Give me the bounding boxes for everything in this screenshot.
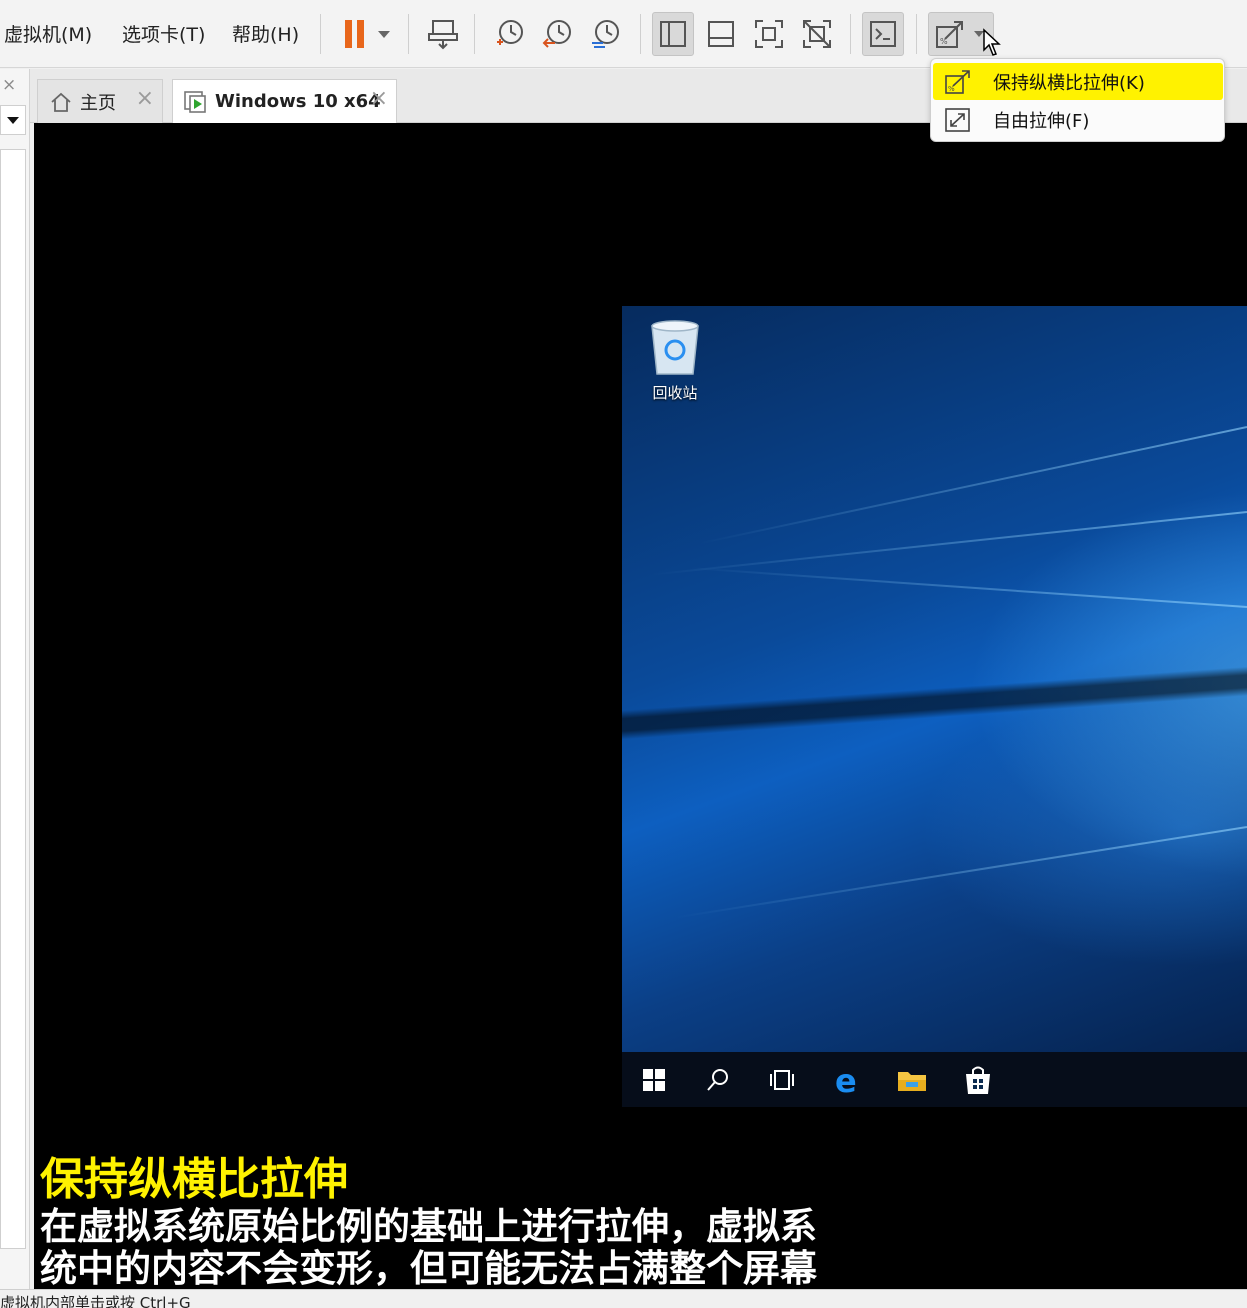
console-view-button[interactable] xyxy=(862,12,904,56)
take-snapshot-button[interactable] xyxy=(488,12,530,56)
keep-aspect-stretch-icon: % xyxy=(943,68,973,96)
wallpaper-light-beam xyxy=(699,426,1247,545)
toolbar-divider xyxy=(916,14,917,54)
svg-text:e: e xyxy=(835,1065,857,1095)
tab-windows-10[interactable]: Windows 10 x64 × xyxy=(172,79,397,123)
start-button[interactable] xyxy=(636,1062,672,1098)
menu-tabs[interactable]: 选项卡(T) xyxy=(122,20,205,47)
revert-snapshot-icon xyxy=(542,20,571,48)
library-search-dropdown[interactable] xyxy=(0,105,26,135)
send-keys-icon xyxy=(428,20,458,50)
library-tree[interactable] xyxy=(0,149,26,1249)
toolbar-divider xyxy=(640,14,641,54)
tab-home-label: 主页 xyxy=(80,92,116,114)
show-library-button[interactable] xyxy=(652,12,694,56)
unity-icon xyxy=(803,20,831,48)
snapshot-manager-button[interactable] xyxy=(584,12,626,56)
fullscreen-icon xyxy=(755,20,783,48)
mouse-cursor-icon xyxy=(983,28,1001,56)
folder-icon xyxy=(898,1072,926,1091)
store-button[interactable] xyxy=(960,1062,996,1098)
svg-text:%: % xyxy=(940,37,948,46)
show-library-icon xyxy=(660,21,686,47)
chevron-down-icon xyxy=(7,117,19,124)
recycle-bin-label: 回收站 xyxy=(652,384,698,402)
close-icon[interactable]: × xyxy=(2,75,16,95)
task-view-icon xyxy=(770,1070,794,1090)
stretch-icon: % xyxy=(936,21,963,48)
edge-browser-icon: e xyxy=(835,1065,857,1095)
stretch-dropdown-menu: % 保持纵横比拉伸(K) 自由拉伸(F) xyxy=(930,58,1225,142)
recycle-bin-icon xyxy=(651,320,699,375)
thumbnail-bar-button[interactable] xyxy=(700,12,742,56)
search-icon xyxy=(707,1069,728,1091)
wallpaper-light-beam xyxy=(688,566,1247,608)
toolbar-divider xyxy=(850,14,851,54)
caption-line-2: 统中的内容不会变形，但可能无法占满整个屏幕 xyxy=(40,1247,817,1290)
wallpaper-light-beam xyxy=(650,511,1247,576)
chevron-down-icon xyxy=(378,31,390,38)
wallpaper-light-beam xyxy=(673,826,1247,919)
status-hint: 虚拟机内部单击或按 Ctrl+G xyxy=(0,1294,191,1308)
menu-vm[interactable]: 虚拟机(M) xyxy=(4,20,92,47)
tab-vm-label: Windows 10 x64 xyxy=(215,91,381,112)
send-ctrl-alt-del-button[interactable] xyxy=(422,12,464,56)
menu-keep-aspect-stretch[interactable]: % 保持纵横比拉伸(K) xyxy=(933,63,1223,100)
file-explorer-button[interactable] xyxy=(894,1062,930,1098)
console-icon xyxy=(870,21,896,47)
task-view-button[interactable] xyxy=(764,1062,800,1098)
toolbar-divider xyxy=(408,14,409,54)
guest-desktop[interactable]: 回收站 xyxy=(622,306,1247,1096)
snapshot-icon xyxy=(497,20,523,45)
recycle-bin-shortcut[interactable]: 回收站 xyxy=(644,318,706,403)
edge-button[interactable]: e xyxy=(830,1062,866,1098)
status-bar: 虚拟机内部单击或按 Ctrl+G xyxy=(0,1289,1247,1308)
toolbar-divider xyxy=(474,14,475,54)
fullscreen-button[interactable] xyxy=(748,12,790,56)
pause-icon xyxy=(345,20,364,48)
svg-text:%: % xyxy=(948,85,955,93)
guest-taskbar: e xyxy=(622,1052,1247,1107)
home-icon xyxy=(51,92,71,112)
free-stretch-icon xyxy=(943,106,973,134)
windows-logo-icon xyxy=(643,1069,665,1091)
close-icon[interactable]: × xyxy=(370,88,388,110)
library-panel: × xyxy=(0,69,30,1294)
snapshot-manager-icon xyxy=(592,20,619,48)
search-button[interactable] xyxy=(700,1062,736,1098)
tab-home[interactable]: 主页 × xyxy=(37,79,163,123)
vm-display[interactable]: 回收站 e xyxy=(34,123,1247,1289)
keep-aspect-stretch-label: 保持纵横比拉伸(K) xyxy=(993,72,1145,94)
close-icon[interactable]: × xyxy=(136,88,154,110)
pause-dropdown-button[interactable] xyxy=(370,12,398,56)
thumbnail-bar-icon xyxy=(708,21,734,47)
free-stretch-label: 自由拉伸(F) xyxy=(993,110,1090,132)
vm-running-icon xyxy=(184,90,206,113)
revert-snapshot-button[interactable] xyxy=(536,12,578,56)
store-bag-icon xyxy=(966,1066,990,1094)
toolbar-divider xyxy=(320,14,321,54)
unity-button[interactable] xyxy=(796,12,838,56)
menu-free-stretch[interactable]: 自由拉伸(F) xyxy=(933,101,1223,138)
menu-help[interactable]: 帮助(H) xyxy=(232,20,299,47)
